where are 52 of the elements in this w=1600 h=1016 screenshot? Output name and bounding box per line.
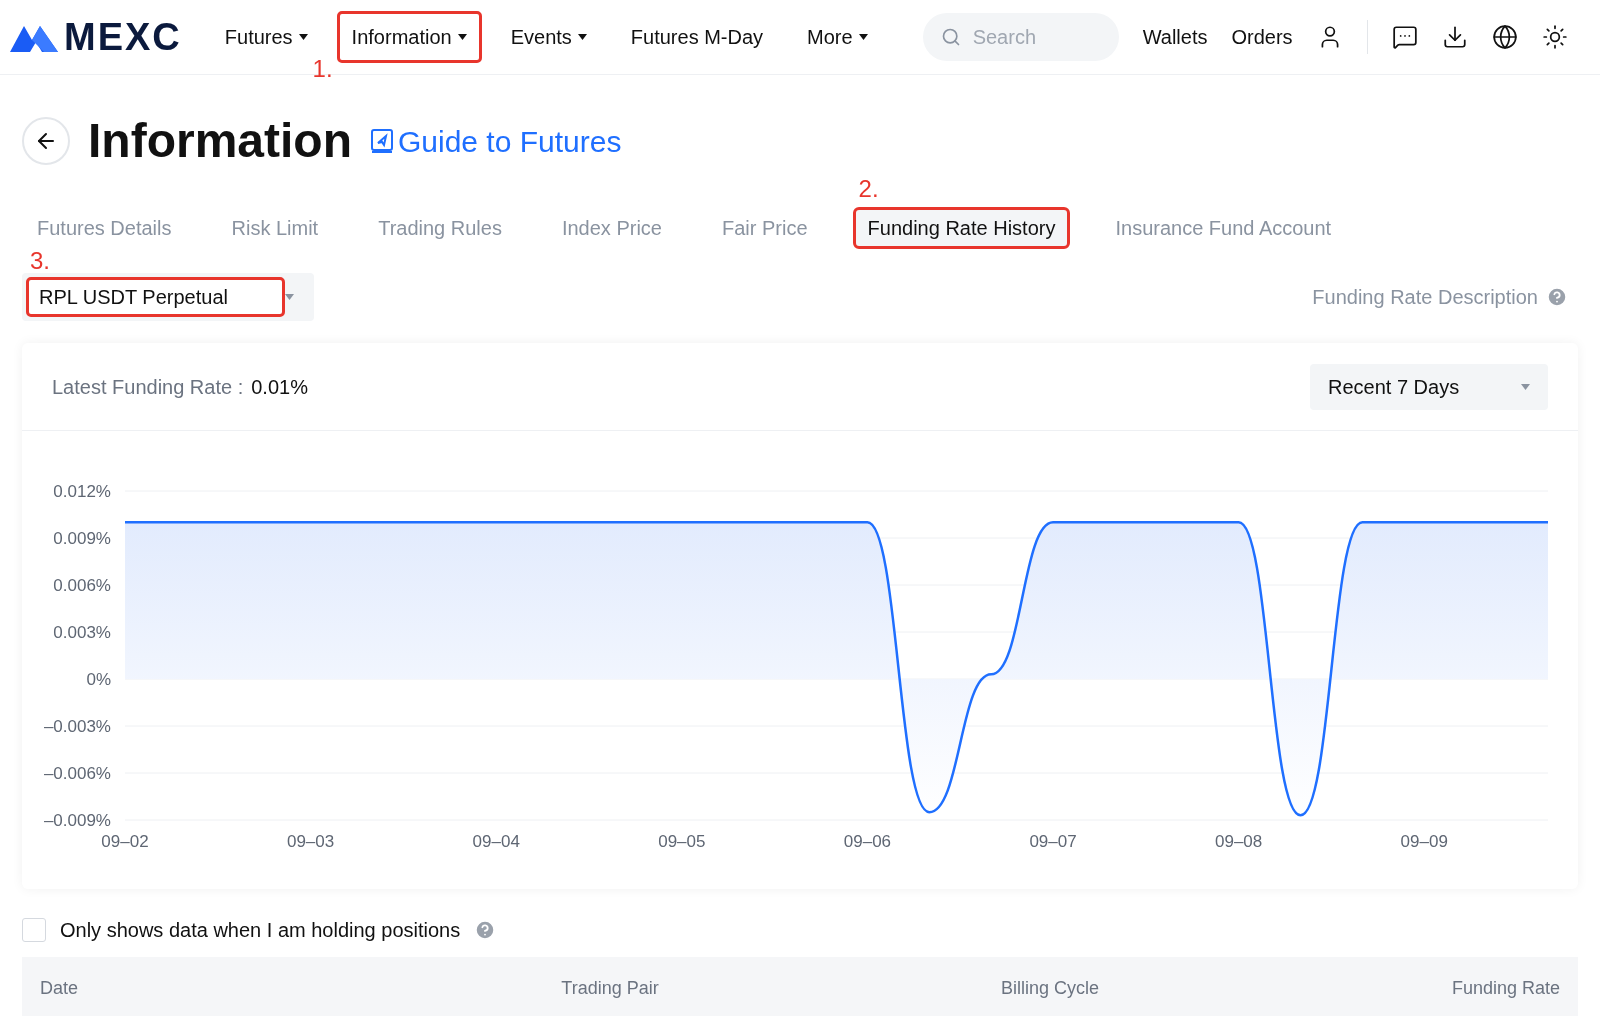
back-button[interactable]: [22, 117, 70, 165]
header-link[interactable]: Wallets: [1142, 22, 1208, 52]
x-axis-label: 09–04: [472, 832, 520, 851]
column-header: Trading Pair: [561, 976, 659, 1000]
caret-icon: [285, 294, 294, 300]
nav-menu-item[interactable]: More: [792, 11, 883, 63]
y-axis-label: 0%: [86, 670, 111, 689]
help-icon: [1546, 286, 1568, 308]
page-title: Information: [88, 113, 352, 169]
guide-link[interactable]: Guide to Futures: [370, 118, 622, 164]
y-axis-label: –0.006%: [43, 764, 111, 783]
step-number: 2.: [858, 177, 879, 201]
range-select[interactable]: Recent 7 Days: [1310, 363, 1548, 410]
caret-icon: [1521, 383, 1530, 390]
step-number: 3.: [30, 249, 50, 273]
download-icon[interactable]: [1441, 24, 1468, 50]
y-axis-label: 0.009%: [53, 529, 111, 548]
nav-menu-item[interactable]: Futures M-Day: [615, 11, 779, 63]
checkbox-label: Only shows data when I am holding positions: [60, 918, 461, 943]
search-field[interactable]: Search: [922, 13, 1119, 61]
x-axis-label: 09–09: [1400, 832, 1448, 851]
x-axis-label: 09–03: [286, 832, 335, 851]
step-number: 1.: [312, 57, 333, 81]
x-axis-label: 09–02: [101, 832, 149, 851]
search-icon: [940, 27, 961, 47]
y-axis-label: 0.006%: [53, 576, 111, 595]
x-axis-label: 09–05: [658, 832, 706, 851]
contract-select[interactable]: RPL USDT Perpetual: [22, 273, 314, 321]
chat-icon[interactable]: [1391, 24, 1418, 50]
book-icon: [370, 128, 394, 154]
latest-rate-label: Latest Funding Rate :: [52, 374, 244, 400]
tab[interactable]: Funding Rate History: [852, 207, 1071, 249]
x-axis-label: 09–06: [843, 832, 892, 851]
help-icon: [474, 919, 497, 941]
y-axis-label: 0.003%: [53, 623, 111, 642]
language-icon[interactable]: [1491, 24, 1518, 50]
logo[interactable]: MEXC: [10, 8, 182, 66]
nav-menu-item[interactable]: Information: [336, 11, 482, 63]
column-header: Billing Cycle: [1000, 976, 1099, 1000]
y-axis-label: 0.012%: [53, 482, 111, 501]
latest-rate-value: 0.01%: [251, 374, 308, 400]
checkbox[interactable]: [22, 918, 46, 942]
logo-text: MEXC: [64, 14, 182, 60]
column-header: Funding Rate: [1451, 976, 1560, 1000]
x-axis-label: 09–08: [1215, 832, 1263, 851]
nav-menu-item[interactable]: Events: [495, 11, 602, 63]
column-header: Date: [40, 976, 80, 1000]
header-link[interactable]: Orders: [1231, 22, 1293, 52]
theme-icon[interactable]: [1541, 24, 1568, 50]
x-axis-label: 09–07: [1029, 832, 1077, 851]
y-axis-label: –0.009%: [43, 811, 111, 830]
y-axis-label: –0.003%: [43, 717, 111, 736]
